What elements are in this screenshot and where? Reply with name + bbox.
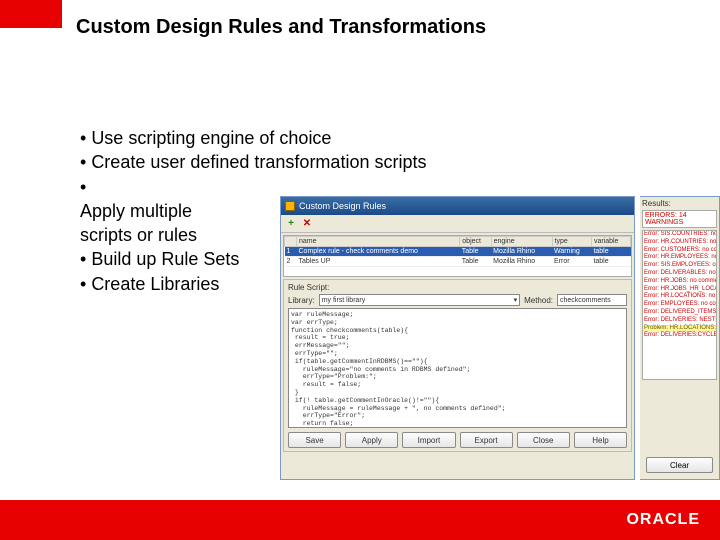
results-header: Results: xyxy=(642,199,717,208)
bullet-item: Create user defined transformation scrip… xyxy=(80,150,426,174)
cell-name: Complex rule - check comments demo xyxy=(297,247,460,257)
rule-script-panel: Rule Script: Library: my first library ▾… xyxy=(283,279,632,452)
table-row[interactable]: 2 Tables UP Table Mozilla Rhino Error ta… xyxy=(285,257,631,267)
cell-engine: Mozilla Rhino xyxy=(491,247,552,257)
chevron-down-icon: ▾ xyxy=(514,296,518,304)
cell-engine: Mozilla Rhino xyxy=(491,257,552,267)
button-row: Save Apply Import Export Close Help xyxy=(288,432,627,448)
result-item[interactable]: Error: HR.LOCATIONS: no xyxy=(643,293,716,301)
add-rule-icon[interactable]: + xyxy=(285,218,297,230)
table-row[interactable]: 1 Complex rule - check comments demo Tab… xyxy=(285,247,631,257)
save-button[interactable]: Save xyxy=(288,432,341,448)
warning-count: WARNINGS xyxy=(645,219,683,226)
custom-design-rules-window: Custom Design Rules + ✕ name object engi… xyxy=(280,196,635,480)
library-label: Library: xyxy=(288,296,315,305)
window-titlebar[interactable]: Custom Design Rules xyxy=(281,197,634,215)
delete-rule-icon[interactable]: ✕ xyxy=(301,218,313,230)
import-button[interactable]: Import xyxy=(402,432,455,448)
result-item[interactable]: Error: SIS.EMPLOYEES: com xyxy=(643,262,716,270)
result-item[interactable]: Error: DELIVERED_ITEMS: n xyxy=(643,309,716,317)
result-item[interactable]: Error: EMPLOYEES: no com xyxy=(643,301,716,309)
col-name[interactable]: name xyxy=(297,237,460,247)
result-item[interactable]: Error: SIS.COUNTRIES: no xyxy=(643,231,716,239)
brand-red-block xyxy=(0,0,62,28)
slide-title: Custom Design Rules and Transformations xyxy=(76,16,486,39)
apply-button[interactable]: Apply xyxy=(345,432,398,448)
method-value: checkcomments xyxy=(560,297,611,304)
clear-button[interactable]: Clear xyxy=(646,457,713,473)
cell-name: Tables UP xyxy=(297,257,460,267)
cell-type: Error xyxy=(552,257,591,267)
result-item[interactable]: Error: HR.JOBS: no comme xyxy=(643,278,716,286)
footer-band: ORACLE xyxy=(0,500,720,540)
export-button[interactable]: Export xyxy=(460,432,513,448)
results-panel: Results: ERRORS: 14 WARNINGS Error: SIS.… xyxy=(640,196,720,480)
library-dropdown[interactable]: my first library ▾ xyxy=(319,294,520,306)
result-item-warning[interactable]: Problem: HR.LOCATIONS: no co xyxy=(643,325,716,333)
close-button[interactable]: Close xyxy=(517,432,570,448)
script-editor[interactable]: var ruleMessage; var errType; function c… xyxy=(288,308,627,428)
bullet-item: Use scripting engine of choice xyxy=(80,126,426,150)
table-header-row: name object engine type variable xyxy=(285,237,631,247)
toolbar: + ✕ xyxy=(281,215,634,233)
result-item[interactable]: Error: DELIVERIES:CYCLE: no xyxy=(643,332,716,340)
cell-variable: table xyxy=(591,257,630,267)
result-item[interactable]: Error: HR.COUNTRIES: no c xyxy=(643,239,716,247)
rule-script-label: Rule Script: xyxy=(288,283,627,292)
app-icon xyxy=(285,201,295,211)
results-count: ERRORS: 14 WARNINGS xyxy=(642,210,717,228)
cell-type: Warning xyxy=(552,247,591,257)
library-value: my first library xyxy=(322,297,366,304)
col-object[interactable]: object xyxy=(460,237,491,247)
window-title: Custom Design Rules xyxy=(299,201,630,211)
col-type[interactable]: type xyxy=(552,237,591,247)
result-item[interactable]: Error: HR.EMPLOYEES: no c xyxy=(643,254,716,262)
col-variable[interactable]: variable xyxy=(591,237,630,247)
result-item[interactable]: Error: HR.JOBS_HR_LOCAT xyxy=(643,286,716,294)
result-item[interactable]: Error: DELIVERIES: NESTED xyxy=(643,317,716,325)
col-engine[interactable]: engine xyxy=(491,237,552,247)
oracle-logo: ORACLE xyxy=(626,511,700,529)
error-count: ERRORS: 14 xyxy=(645,212,687,219)
method-dropdown[interactable]: checkcomments xyxy=(557,294,627,306)
cell-object: Table xyxy=(460,247,491,257)
result-item[interactable]: Error: CUSTOMERS: no comm xyxy=(643,247,716,255)
cell-object: Table xyxy=(460,257,491,267)
rules-table[interactable]: name object engine type variable 1 Compl… xyxy=(283,235,632,277)
results-list[interactable]: Error: SIS.COUNTRIES: no Error: HR.COUNT… xyxy=(642,230,717,380)
result-item[interactable]: Error: DELIVERABLES: no xyxy=(643,270,716,278)
method-label: Method: xyxy=(524,296,553,305)
help-button[interactable]: Help xyxy=(574,432,627,448)
cell-variable: table xyxy=(591,247,630,257)
